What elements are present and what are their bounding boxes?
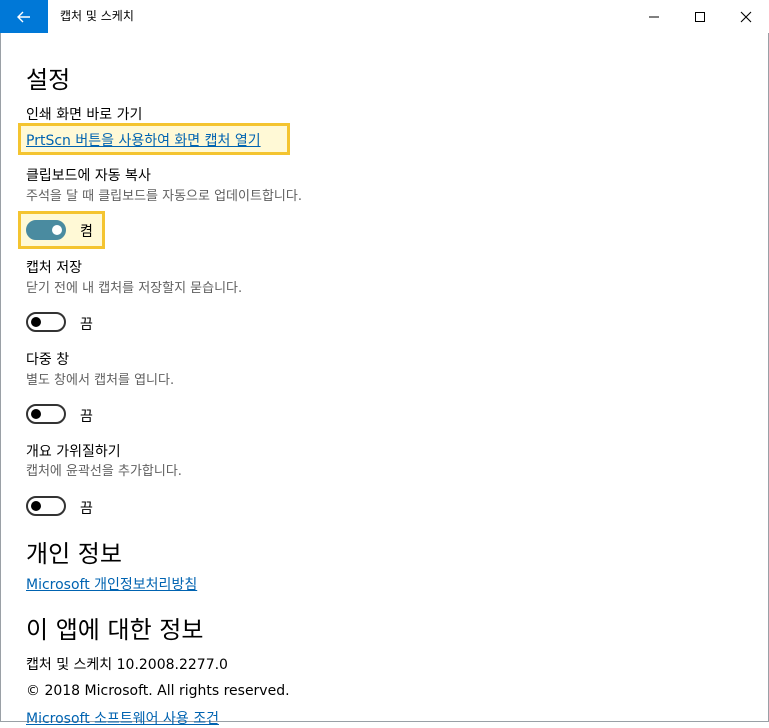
toggle-knob bbox=[52, 225, 62, 235]
settings-heading: 설정 bbox=[26, 66, 71, 94]
multi-window-toggle[interactable] bbox=[26, 404, 66, 424]
privacy-link[interactable]: Microsoft 개인정보처리방침 bbox=[26, 574, 197, 594]
clipboard-desc: 주석을 달 때 클립보드를 자동으로 업데이트합니다. bbox=[26, 189, 302, 204]
close-button[interactable] bbox=[723, 0, 769, 33]
clipboard-label: 클립보드에 자동 복사 bbox=[26, 168, 151, 184]
print-screen-label: 인쇄 화면 바로 가기 bbox=[26, 107, 143, 123]
maximize-button[interactable] bbox=[677, 0, 723, 33]
print-screen-link[interactable]: PrtScn 버튼을 사용하여 화면 캡처 열기 bbox=[26, 130, 261, 150]
toggle-knob bbox=[31, 409, 41, 419]
multi-window-desc: 별도 창에서 캡처를 엽니다. bbox=[26, 373, 175, 388]
copyright-text: © 2018 Microsoft. All rights reserved. bbox=[26, 683, 290, 699]
multi-window-label: 다중 창 bbox=[26, 352, 70, 368]
title-bar: 캡처 및 스케치 bbox=[0, 0, 769, 33]
save-capture-desc: 닫기 전에 내 캡처를 저장할지 묻습니다. bbox=[26, 281, 243, 296]
save-capture-toggle[interactable] bbox=[26, 312, 66, 332]
back-arrow-icon bbox=[17, 11, 30, 22]
outline-toggle[interactable] bbox=[26, 496, 66, 516]
terms-link[interactable]: Microsoft 소프트웨어 사용 조건 bbox=[26, 708, 219, 728]
window-title: 캡처 및 스케치 bbox=[60, 9, 134, 23]
toggle-knob bbox=[31, 317, 41, 327]
maximize-icon bbox=[695, 11, 705, 22]
toggle-knob bbox=[31, 501, 41, 511]
clipboard-state: 켬 bbox=[80, 224, 93, 240]
privacy-heading: 개인 정보 bbox=[26, 540, 122, 568]
minimize-button[interactable] bbox=[631, 0, 677, 33]
save-capture-state: 끔 bbox=[80, 317, 93, 333]
minimize-icon bbox=[649, 16, 659, 17]
back-button[interactable] bbox=[0, 0, 48, 33]
about-heading: 이 앱에 대한 정보 bbox=[26, 616, 204, 644]
outline-desc: 캡처에 윤곽선을 추가합니다. bbox=[26, 464, 182, 479]
clipboard-toggle[interactable] bbox=[26, 220, 66, 240]
close-icon bbox=[740, 11, 752, 22]
save-capture-label: 캡처 저장 bbox=[26, 260, 82, 276]
outline-label: 개요 가위질하기 bbox=[26, 444, 121, 460]
outline-state: 끔 bbox=[80, 501, 93, 517]
multi-window-state: 끔 bbox=[80, 409, 93, 425]
app-version: 캡처 및 스케치 10.2008.2277.0 bbox=[26, 657, 228, 673]
